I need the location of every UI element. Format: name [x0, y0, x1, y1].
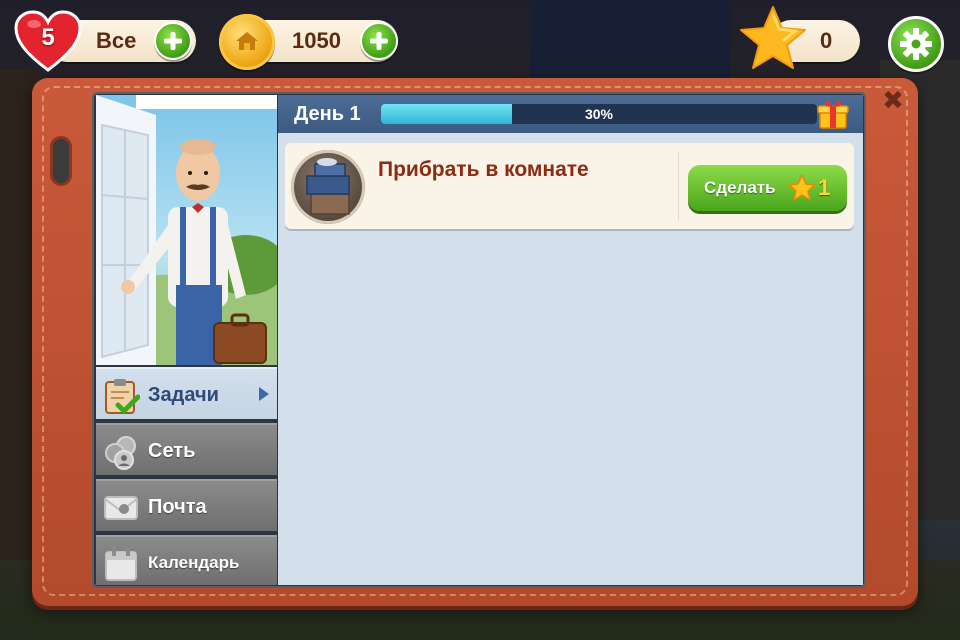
settings-button[interactable] [888, 16, 944, 72]
lives-count: 5 [41, 24, 55, 51]
calendar-icon [105, 547, 137, 581]
nav-tab-network[interactable]: Сеть [96, 423, 277, 475]
mail-icon [104, 496, 138, 520]
nav-label-mail: Почта [148, 496, 207, 518]
day-progress-text: 30% [584, 106, 614, 122]
add-coins-button[interactable] [360, 22, 398, 60]
day-label: День 1 [294, 103, 361, 125]
task-star-cost: 1 [818, 175, 831, 200]
task-title: Прибрать в комнате [378, 158, 589, 181]
do-task-label: Сделать [704, 178, 776, 197]
star-icon [788, 174, 816, 201]
nav-label-calendar: Календарь [148, 553, 240, 572]
active-arrow-icon [259, 387, 269, 401]
nav-label-tasks: Задачи [148, 384, 219, 406]
clipboard-check-icon [105, 379, 140, 414]
nav-tab-mail[interactable]: Почта [96, 479, 277, 531]
friends-icon [105, 436, 136, 470]
add-lives-button[interactable] [154, 22, 192, 60]
nav-tab-tasks[interactable]: Задачи [96, 367, 277, 419]
box-pile-illustration [306, 158, 350, 215]
gift-icon[interactable] [817, 96, 849, 130]
stars-count: 0 [820, 28, 833, 53]
butler-illustration [96, 95, 277, 365]
task-divider [678, 152, 679, 220]
butler-portrait [96, 95, 277, 365]
panel-hinge [50, 136, 72, 186]
house-icon [236, 32, 258, 50]
star-icon [740, 6, 806, 69]
coins-count: 1050 [292, 28, 341, 53]
gear-icon [900, 28, 932, 60]
lives-label: Все [96, 28, 137, 53]
close-icon[interactable]: ✖ [880, 88, 906, 114]
nav-label-network: Сеть [148, 440, 196, 462]
box-pile-icon [291, 150, 365, 224]
nav-tab-calendar[interactable]: Календарь [96, 535, 277, 585]
